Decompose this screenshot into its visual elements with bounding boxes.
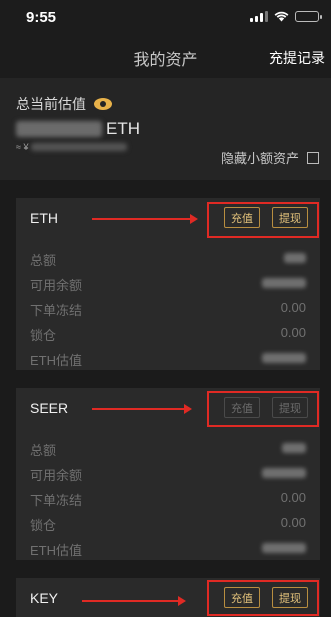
annotation-highlight-box (207, 580, 319, 616)
detail-row-locked: 锁仓 0.00 (16, 511, 320, 536)
detail-label: 锁仓 (30, 518, 57, 533)
detail-label: 可用余额 (30, 468, 83, 483)
masked-total-value (16, 121, 102, 137)
masked-value (262, 353, 306, 363)
wifi-icon (274, 11, 289, 22)
detail-row-total: 总额 (16, 246, 320, 271)
masked-value (262, 543, 306, 553)
status-time: 9:55 (26, 9, 57, 26)
total-valuation-value: ETH (16, 119, 140, 139)
annotation-highlight-box (207, 202, 319, 238)
masked-value (284, 253, 306, 263)
masked-value (262, 468, 306, 478)
detail-value: 0.00 (280, 325, 306, 340)
hide-small-assets[interactable]: 隐藏小额资产 (221, 148, 319, 167)
nav-bar: 我的资产 充提记录 (0, 34, 331, 78)
detail-row-eth-valuation: ETH估值 (16, 536, 320, 561)
detail-label: 总额 (30, 253, 57, 268)
status-icons (250, 11, 322, 22)
approx-cny-value: ≈ ¥ (16, 142, 128, 152)
deposit-withdraw-history-link[interactable]: 充提记录 (269, 48, 325, 68)
detail-row-total: 总额 (16, 436, 320, 461)
total-valuation-label: 总当前估值 (16, 96, 86, 112)
detail-label: 锁仓 (30, 328, 57, 343)
hide-small-assets-checkbox[interactable] (307, 151, 319, 164)
detail-row-locked: 锁仓 0.00 (16, 321, 320, 346)
asset-detail-rows: 总额 可用余额 下单冻结 0.00 锁仓 0.00 ETH估值 (16, 436, 320, 561)
total-valuation-row: 总当前估值 (16, 94, 112, 114)
masked-cny-value (31, 143, 128, 151)
asset-symbol: ETH (30, 210, 58, 226)
approx-cny-prefix: ≈ ¥ (16, 142, 29, 152)
cellular-signal-icon (250, 11, 268, 22)
detail-label: ETH估值 (30, 543, 83, 558)
detail-value: 0.00 (280, 515, 306, 530)
asset-detail-rows: 总额 可用余额 下单冻结 0.00 锁仓 0.00 ETH估值 (16, 246, 320, 371)
detail-label: ETH估值 (30, 353, 83, 368)
annotation-arrow (92, 214, 198, 224)
detail-row-available: 可用余额 (16, 461, 320, 486)
status-bar: 9:55 (0, 0, 331, 34)
asset-symbol: KEY (30, 590, 59, 606)
detail-value: 0.00 (280, 490, 306, 505)
annotation-highlight-box (207, 391, 319, 427)
detail-label: 总额 (30, 443, 57, 458)
eye-icon[interactable] (94, 98, 112, 110)
asset-summary: 总当前估值 ETH ≈ ¥ 隐藏小额资产 (0, 78, 331, 180)
asset-symbol: SEER (30, 400, 69, 416)
total-valuation-unit: ETH (106, 119, 140, 138)
battery-icon (295, 11, 322, 22)
detail-value: 0.00 (280, 300, 306, 315)
hide-small-assets-label: 隐藏小额资产 (220, 151, 299, 166)
detail-row-available: 可用余额 (16, 271, 320, 296)
masked-value (262, 278, 306, 288)
detail-label: 下单冻结 (30, 493, 83, 508)
annotation-arrow (82, 596, 186, 606)
detail-row-eth-valuation: ETH估值 (16, 346, 320, 371)
detail-row-order-frozen: 下单冻结 0.00 (16, 296, 320, 321)
detail-row-order-frozen: 下单冻结 0.00 (16, 486, 320, 511)
detail-label: 可用余额 (30, 278, 83, 293)
annotation-arrow (92, 404, 192, 414)
masked-value (282, 443, 306, 453)
detail-label: 下单冻结 (30, 303, 83, 318)
